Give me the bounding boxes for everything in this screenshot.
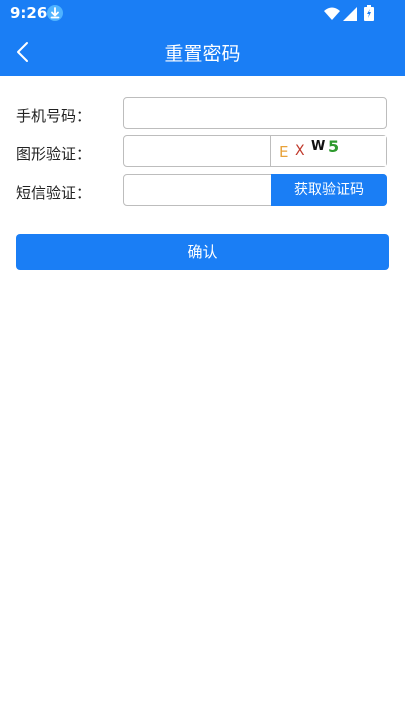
captcha-label: 图形验证：	[16, 145, 92, 163]
title-bar: 重置密码	[0, 28, 405, 76]
captcha-char: E	[279, 143, 289, 161]
status-bar: 9:26	[0, 0, 405, 28]
sms-label: 短信验证：	[16, 184, 92, 202]
wifi-icon	[324, 6, 340, 25]
phone-label: 手机号码：	[16, 107, 92, 125]
confirm-button[interactable]: 确认	[16, 234, 389, 270]
captcha-char: W	[311, 139, 326, 154]
captcha-image[interactable]: E X W 5	[270, 136, 386, 166]
captcha-char: 5	[328, 137, 340, 156]
sms-row: 短信验证： 获取验证码	[0, 174, 405, 208]
battery-icon	[364, 5, 374, 25]
captcha-char: X	[295, 143, 305, 159]
phone-row: 手机号码：	[0, 97, 405, 131]
sms-field: 获取验证码	[123, 174, 387, 206]
captcha-input[interactable]	[124, 136, 272, 166]
download-icon	[47, 5, 63, 21]
status-time: 9:26	[10, 4, 48, 22]
phone-input[interactable]	[124, 98, 386, 128]
signal-icon	[343, 6, 357, 25]
page-title: 重置密码	[164, 43, 241, 65]
captcha-row: 图形验证： E X W 5	[0, 135, 405, 169]
get-sms-code-button[interactable]: 获取验证码	[271, 174, 387, 206]
captcha-field: E X W 5	[123, 135, 387, 167]
phone-field	[123, 97, 387, 129]
sms-input[interactable]	[124, 175, 272, 205]
